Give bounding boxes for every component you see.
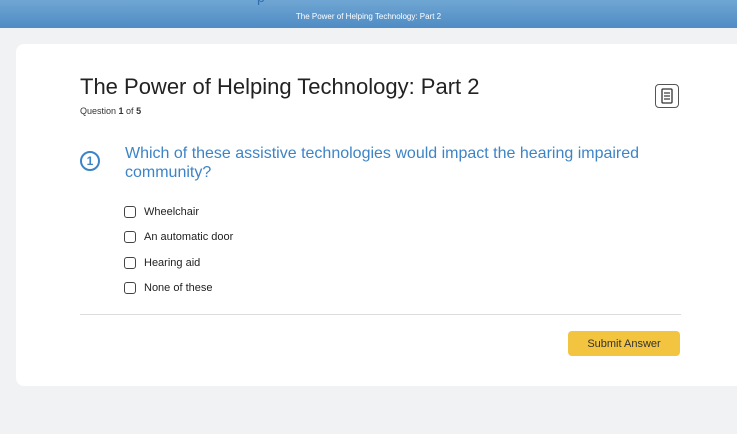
answer-option-wheelchair[interactable]: Wheelchair: [124, 199, 233, 225]
question-progress: Question 1 of 5: [80, 106, 141, 116]
option-checkbox[interactable]: [124, 282, 136, 295]
answer-option-hearing-aid[interactable]: Hearing aid: [124, 250, 233, 276]
option-label: Hearing aid: [144, 256, 201, 269]
header-title: The Power of Helping Technology: Part 2: [295, 12, 442, 21]
notes-icon: [661, 88, 673, 104]
partial-header-glyph: p: [257, 0, 277, 4]
question-number-badge: 1: [80, 151, 100, 171]
divider: [80, 314, 681, 315]
option-label: An automatic door: [144, 231, 234, 244]
option-checkbox[interactable]: [124, 205, 136, 218]
progress-mid: of: [123, 106, 137, 116]
answer-option-none[interactable]: None of these: [124, 276, 233, 302]
answer-options: Wheelchair An automatic door Hearing aid…: [124, 199, 233, 301]
option-checkbox[interactable]: [124, 231, 136, 244]
option-checkbox[interactable]: [124, 256, 136, 269]
progress-prefix: Question: [80, 106, 119, 116]
submit-answer-button[interactable]: Submit Answer: [568, 331, 680, 356]
top-header-bar: p The Power of Helping Technology: Part …: [0, 0, 737, 28]
question-text: Which of these assistive technologies wo…: [125, 145, 640, 181]
notes-button[interactable]: [655, 84, 679, 108]
option-label: Wheelchair: [144, 205, 200, 218]
quiz-title: The Power of Helping Technology: Part 2: [80, 74, 480, 99]
progress-total: 5: [136, 106, 142, 116]
answer-option-automatic-door[interactable]: An automatic door: [124, 225, 233, 251]
option-label: None of these: [144, 282, 213, 295]
